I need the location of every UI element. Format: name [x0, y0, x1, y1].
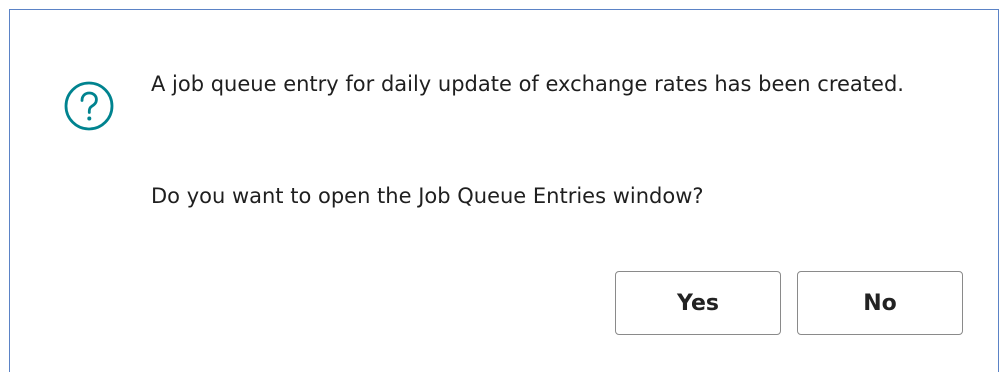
confirm-dialog: A job queue entry for daily update of ex… — [9, 9, 999, 372]
no-button[interactable]: No — [797, 271, 963, 335]
dialog-message: A job queue entry for daily update of ex… — [151, 72, 904, 96]
dialog-question: Do you want to open the Job Queue Entrie… — [151, 184, 704, 208]
question-circle-icon — [63, 80, 115, 132]
yes-button[interactable]: Yes — [615, 271, 781, 335]
